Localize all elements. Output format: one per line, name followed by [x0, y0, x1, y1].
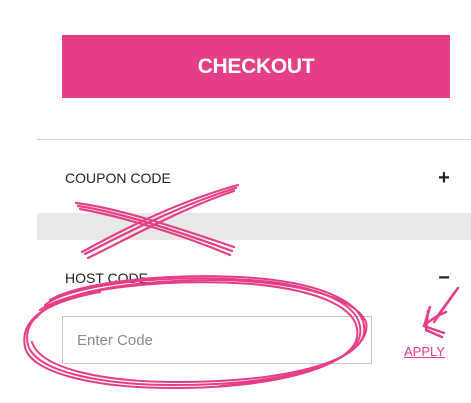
coupon-code-header[interactable]: COUPON CODE +: [65, 168, 451, 188]
section-separator-band: [37, 213, 471, 240]
minus-icon[interactable]: −: [437, 268, 451, 288]
apply-link[interactable]: APPLY: [404, 344, 445, 359]
arrow-mark: [422, 286, 460, 339]
host-code-label: HOST CODE: [65, 270, 148, 286]
checkout-button[interactable]: CHECKOUT: [62, 35, 450, 98]
host-code-input[interactable]: [62, 316, 372, 364]
plus-icon[interactable]: +: [437, 168, 451, 188]
host-code-header[interactable]: HOST CODE −: [65, 268, 451, 288]
checkout-panel: CHECKOUT COUPON CODE + HOST CODE − APPLY: [0, 0, 471, 403]
section-divider: [37, 139, 471, 140]
coupon-code-label: COUPON CODE: [65, 170, 171, 186]
